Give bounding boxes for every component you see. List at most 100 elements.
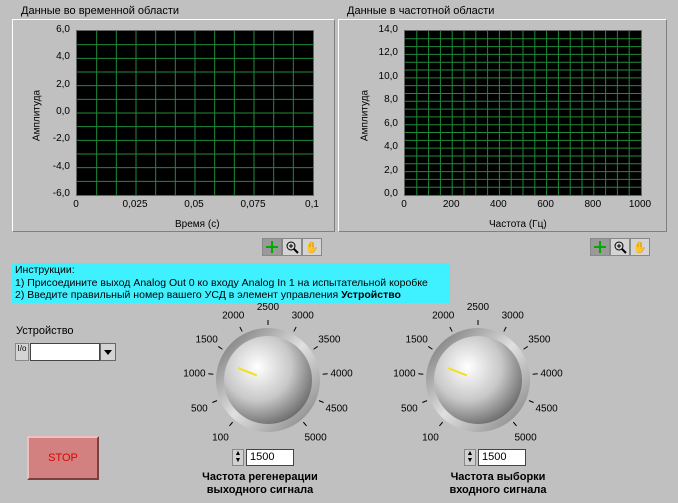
regen-scale-tick — [322, 373, 328, 375]
sample-scale-tick — [439, 421, 444, 427]
freq-x-tick-label: 1000 — [628, 199, 652, 210]
instructions-line-1: 1) Присоедините выход Analog Out 0 ко вх… — [15, 276, 428, 289]
time-x-tick-label: 0 — [73, 199, 79, 210]
regen-scale-tick — [229, 421, 234, 427]
sample-scale-label: 4000 — [540, 368, 563, 379]
regen-knob-graphic: 100 500 1000 1500 2000 2500 3000 3500 4000 4500 50… — [183, 302, 353, 444]
regen-scale-label: 3500 — [318, 335, 341, 346]
sample-scale-tick — [427, 346, 433, 350]
regen-scale-tick — [313, 346, 319, 350]
regen-scale-label: 4000 — [330, 368, 353, 379]
sample-scale-label: 100 — [422, 433, 439, 444]
time-y-tick-label: 2,0 — [56, 78, 70, 90]
pan-hand-icon[interactable]: ✋ — [630, 238, 650, 256]
sample-rate-value[interactable]: 1500 — [478, 449, 526, 466]
regen-scale-label: 2000 — [222, 311, 245, 322]
regen-scale-label: 100 — [212, 433, 229, 444]
regen-scale-tick — [212, 400, 218, 403]
time-x-tick-label: 0,025 — [122, 199, 148, 210]
time-x-axis-label: Время (с) — [175, 219, 220, 230]
zoom-tool-icon[interactable] — [282, 238, 302, 256]
regen-scale-label: 3000 — [292, 311, 315, 322]
freq-y-tick-label: 8,0 — [384, 94, 398, 106]
chevron-down-icon — [104, 349, 112, 355]
regen-rate-knob[interactable]: 100 500 1000 1500 2000 2500 3000 3500 4000 4500 50… — [168, 300, 368, 455]
zoom-tool-icon[interactable] — [610, 238, 630, 256]
time-y-tick-label: 0,0 — [56, 106, 70, 117]
sample-scale-tick — [532, 373, 538, 375]
regen-scale-label: 500 — [191, 404, 208, 415]
sample-caption-line-2: входного сигнала — [449, 484, 547, 496]
freq-y-tick-label: 10,0 — [378, 70, 398, 82]
stop-button[interactable]: STOP — [27, 436, 99, 480]
regen-scale-label: 5000 — [304, 433, 327, 444]
regen-caption-line-2: выходного сигнала — [206, 484, 314, 496]
regen-knob-body[interactable] — [224, 336, 312, 424]
regen-scale-tick — [239, 326, 243, 332]
sample-knob-body[interactable] — [434, 336, 522, 424]
regen-scale-tick — [302, 421, 307, 427]
device-value-field[interactable] — [30, 343, 100, 361]
freq-x-tick-label: 800 — [584, 199, 602, 210]
freq-y-tick-label: 2,0 — [384, 164, 398, 176]
pan-hand-icon[interactable]: ✋ — [302, 238, 322, 256]
sample-scale-label: 4500 — [535, 404, 558, 415]
sample-scale-label: 1000 — [393, 368, 416, 379]
freq-y-tick-label: 14,0 — [378, 24, 398, 35]
sample-scale-tick — [449, 326, 453, 332]
freq-plot-grid — [405, 31, 641, 195]
time-plot-area[interactable] — [76, 30, 314, 196]
time-y-tick-label: 6,0 — [56, 24, 70, 35]
sample-scale-tick — [503, 326, 507, 332]
freq-graph-title: Данные в частотной области — [347, 5, 495, 17]
stop-button-label: STOP — [48, 452, 78, 464]
cursor-tool-icon[interactable] — [590, 238, 610, 256]
regen-scale-tick — [208, 373, 214, 375]
time-y-tick-label: -6,0 — [52, 188, 70, 199]
time-y-tick-label: -2,0 — [52, 133, 70, 145]
spin-arrows-icon[interactable]: ▲ ▼ — [232, 449, 244, 466]
freq-x-axis-label: Частота (Гц) — [489, 219, 547, 230]
freq-x-tick-label: 200 — [442, 199, 460, 210]
sample-scale-label: 1500 — [406, 335, 429, 346]
sample-rate-knob[interactable]: 100 500 1000 1500 2000 2500 3000 3500 4000 4500 50… — [378, 300, 588, 455]
freq-plot-area[interactable] — [404, 30, 642, 196]
sample-scale-label: 3000 — [502, 311, 525, 322]
time-x-tick-label: 0,075 — [240, 199, 266, 210]
time-graph-palette: ✋ — [262, 238, 322, 256]
time-y-tick-label: 4,0 — [56, 51, 70, 63]
sample-scale-label: 2000 — [432, 311, 455, 322]
freq-x-tick-label: 400 — [490, 199, 507, 210]
time-y-tick-label: -4,0 — [52, 160, 70, 172]
instructions-heading: Инструкции: — [15, 264, 75, 276]
device-dropdown-button[interactable] — [100, 343, 116, 361]
freq-y-axis-label: Амплитуда — [359, 89, 371, 142]
freq-x-tick-label: 0 — [401, 199, 407, 210]
sample-scale-label: 2500 — [467, 302, 490, 313]
time-x-tick-label: 0,05 — [184, 199, 204, 210]
sample-scale-tick — [523, 346, 529, 350]
regen-rate-caption: Частота регенерации выходного сигнала — [180, 471, 340, 497]
regen-rate-value[interactable]: 1500 — [246, 449, 294, 466]
regen-scale-label: 2500 — [257, 302, 280, 313]
regen-scale-tick — [217, 346, 223, 350]
time-plot-grid — [77, 31, 313, 195]
regen-scale-tick — [318, 400, 324, 403]
sample-rate-caption: Частота выборки входного сигнала — [418, 471, 578, 497]
sample-scale-label: 500 — [401, 404, 418, 415]
freq-y-tick-label: 4,0 — [384, 141, 398, 153]
freq-y-tick-label: 6,0 — [384, 117, 398, 129]
freq-graph-panel: Амплитуда Частота (Гц) 14,0 12,0 10,0 8,0 6,… — [338, 19, 667, 232]
device-selector[interactable]: I/o — [15, 343, 116, 361]
spin-arrows-icon[interactable]: ▲ ▼ — [464, 449, 476, 466]
time-graph-title: Данные во временной области — [21, 5, 180, 17]
freq-y-tick-label: 12,0 — [378, 47, 398, 59]
cursor-tool-icon[interactable] — [262, 238, 282, 256]
sample-caption-line-1: Частота выборки — [450, 471, 546, 483]
freq-graph-palette: ✋ — [590, 238, 650, 256]
sample-scale-tick — [422, 400, 428, 403]
freq-y-tick-label: 0,0 — [384, 188, 398, 199]
time-x-tick-label: 0,1 — [305, 199, 319, 210]
freq-x-tick-label: 600 — [537, 199, 554, 210]
io-icon: I/o — [15, 343, 29, 361]
